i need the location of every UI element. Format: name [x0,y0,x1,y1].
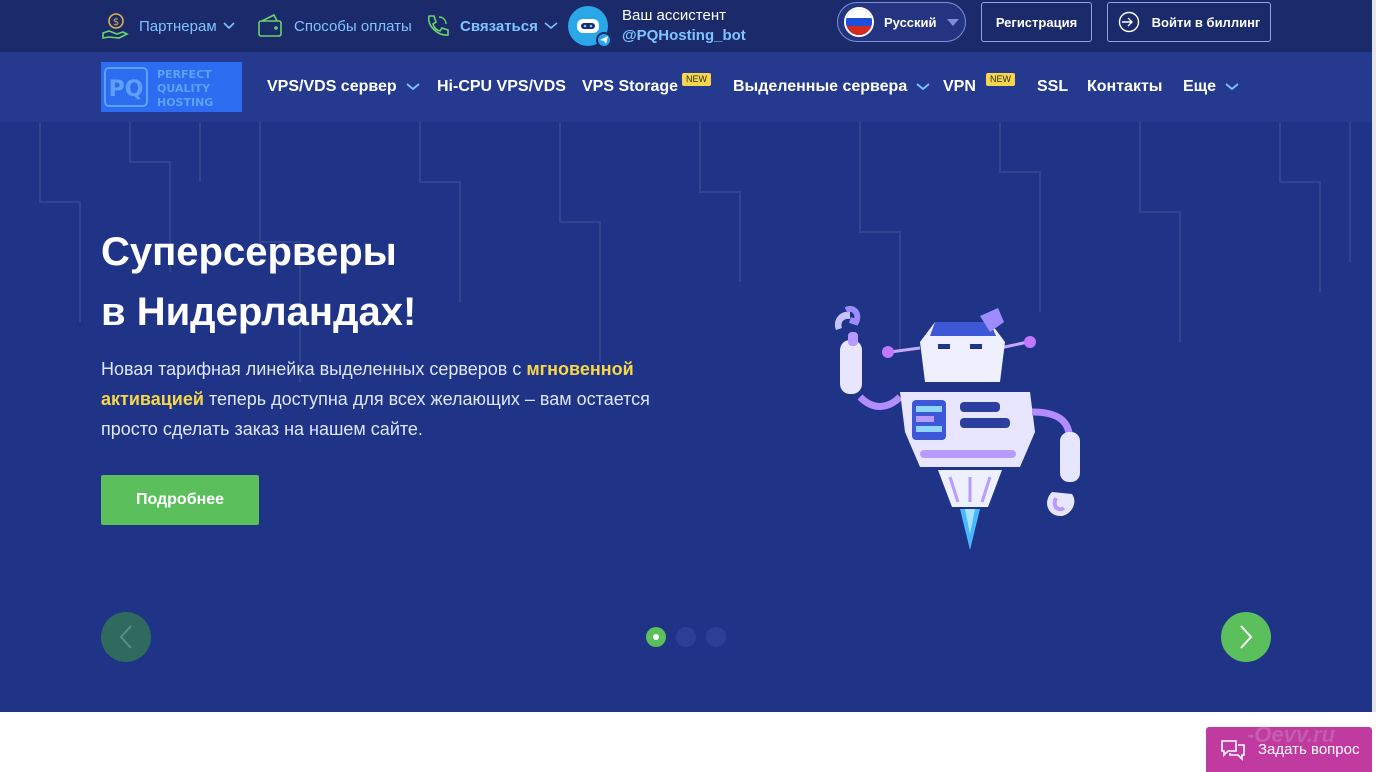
contact-label: Связаться [460,17,538,35]
partners-label: Партнерам [139,17,217,35]
payment-methods-link[interactable]: Способы оплаты [256,0,412,52]
nav-item-contacts[interactable]: Контакты [1087,52,1162,122]
more-details-button[interactable]: Подробнее [101,475,259,525]
chevron-down-icon [544,22,558,30]
hero-description: Новая тарифная линейка выделенных сервер… [101,354,701,444]
hero-title-line-1: Суперсерверы [101,230,397,274]
register-label: Регистрация [995,14,1078,30]
nav-item-ssl[interactable]: SSL [1037,52,1068,122]
register-button[interactable]: Регистрация [981,2,1092,42]
nav-item-label: Контакты [1087,78,1163,95]
hero-slider: Суперсерверы в Нидерландах! Новая тарифн… [0,122,1376,712]
ask-question-chat-button[interactable]: Задать вопрос [1206,727,1372,772]
caret-down-icon [946,13,959,31]
site-logo[interactable]: PQ PERFECT QUALITY HOSTING [101,62,242,112]
telegram-icon [596,32,612,48]
nav-item-more[interactable]: Еще [1183,52,1239,122]
chevron-left-icon [119,624,133,650]
assistant-label: Ваш ассистент [622,7,726,24]
chevron-down-icon [223,22,235,30]
chevron-down-icon [916,83,930,91]
nav-item-label: VPN [943,78,976,95]
slider-dot-1[interactable] [646,627,666,647]
logo-line-2: QUALITY [157,82,211,95]
new-badge: NEW [682,73,711,86]
chevron-down-icon [1225,83,1239,91]
partners-menu[interactable]: $ Партнерам [101,0,235,52]
payment-methods-label: Способы оплаты [294,17,412,35]
logo-line-1: PERFECT [157,68,212,81]
new-badge: NEW [986,73,1015,86]
nav-item-label: Еще [1183,78,1217,95]
hero-title: Суперсерверы в Нидерландах! [101,222,416,342]
money-hand-icon: $ [101,11,129,41]
russia-flag-icon [844,7,874,37]
logo-line-3: HOSTING [157,96,213,109]
more-details-label: Подробнее [135,491,225,508]
nav-item-vps-vds[interactable]: VPS/VDS сервер [267,52,420,122]
robot-illustration [834,306,1080,550]
nav-item-vps-storage[interactable]: VPS Storage [582,52,678,122]
language-label: Русский [884,14,937,30]
nav-item-hi-cpu[interactable]: Hi-CPU VPS/VDS [437,52,566,122]
login-icon [1118,11,1140,33]
nav-item-label: Hi-CPU VPS/VDS [437,78,566,95]
slider-dot-2[interactable] [676,627,696,647]
logo-mark: PQ [109,77,144,102]
assistant-bot-handle: @PQHosting_bot [622,27,746,44]
page-scrollbar[interactable] [1372,0,1376,712]
nav-item-label: SSL [1037,78,1069,95]
robot-avatar-icon [568,6,612,48]
hero-highlight-1: мгновенной [526,359,634,379]
hero-text-part-1: Новая тарифная линейка выделенных сервер… [101,359,527,379]
assistant-link[interactable]: Ваш ассистент @PQHosting_bot [568,2,746,50]
slider-pagination [646,627,736,647]
nav-item-dedicated[interactable]: Выделенные сервера [733,52,930,122]
chat-bubbles-icon [1220,739,1246,761]
chevron-down-icon [406,83,420,91]
hero-title-line-2: в Нидерландах! [101,290,417,334]
slider-next-button[interactable] [1221,612,1271,662]
billing-login-label: Войти в биллинг [1151,14,1261,30]
nav-item-label: Выделенные сервера [733,78,908,95]
svg-text:$: $ [113,17,119,28]
language-selector[interactable]: Русский [837,2,966,42]
chevron-right-icon [1239,624,1253,650]
slider-prev-button[interactable] [101,612,151,662]
top-bar: $ Партнерам Способы оплаты Связаться Ваш… [0,0,1376,52]
billing-login-button[interactable]: Войти в биллинг [1107,2,1271,42]
ask-question-label: Задать вопрос [1258,741,1360,758]
nav-item-vpn[interactable]: VPN [943,52,976,122]
hero-highlight-2: активацией [101,389,204,409]
main-nav: PQ PERFECT QUALITY HOSTING VPS/VDS серве… [0,52,1376,122]
slider-dot-3[interactable] [706,627,726,647]
phone-icon [424,13,450,39]
wallet-icon [256,12,284,40]
nav-item-label: VPS Storage [582,78,679,95]
contact-menu[interactable]: Связаться [424,0,558,52]
nav-item-label: VPS/VDS сервер [267,78,397,95]
